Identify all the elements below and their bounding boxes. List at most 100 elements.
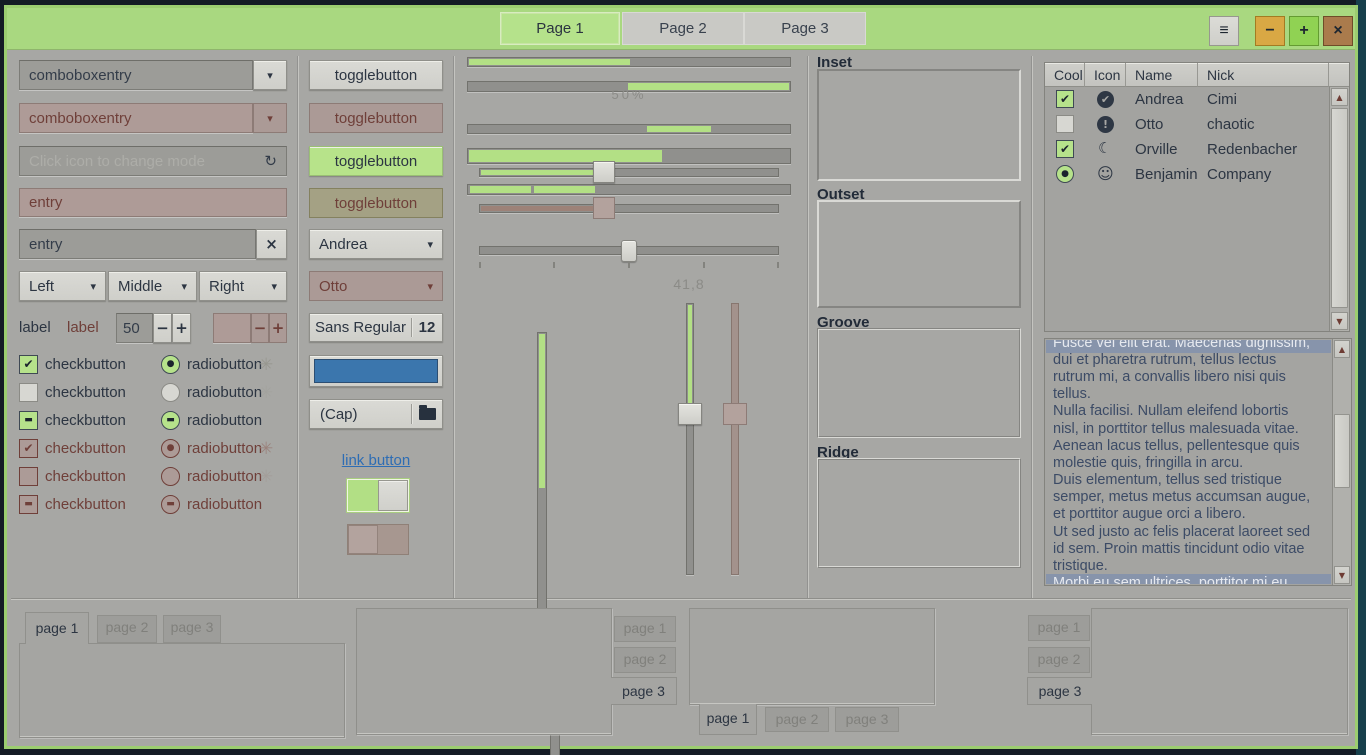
- radiobutton-mixed[interactable]: ▬: [161, 411, 180, 430]
- tree-header-filler: [1329, 63, 1349, 87]
- radiobutton-label[interactable]: radiobutton: [187, 355, 262, 375]
- checkbox-mixed[interactable]: ▬: [19, 411, 38, 430]
- entry-clear-button[interactable]: ×: [256, 229, 287, 259]
- scale-handle[interactable]: [621, 240, 637, 262]
- spinbutton-plus-button[interactable]: +: [172, 313, 191, 343]
- nb4-tab-page2[interactable]: page 2: [1028, 647, 1090, 673]
- frame-outset: [817, 200, 1021, 308]
- combobox-andrea[interactable]: Andrea▾: [309, 229, 443, 259]
- comboboxentry-dropdown-button[interactable]: ▾: [253, 60, 287, 90]
- scale-horizontal[interactable]: [479, 161, 779, 183]
- checkbutton-label[interactable]: checkbutton: [45, 355, 126, 375]
- clear-icon: ×: [265, 235, 278, 253]
- switch-on-handle[interactable]: [378, 480, 408, 511]
- dropdown-left[interactable]: Left▾: [19, 271, 106, 301]
- link-button[interactable]: link button: [309, 452, 443, 469]
- nb1-tab-page1[interactable]: page 1: [25, 612, 89, 644]
- textview-body[interactable]: dui et pharetra rutrum, tellus lectus ru…: [1053, 352, 1333, 575]
- checkbutton-label[interactable]: checkbutton: [45, 411, 126, 431]
- font-button-family: Sans Regular: [310, 319, 411, 336]
- table-row[interactable]: ● ☺ Benjamin Company: [1045, 162, 1329, 187]
- tree-scrollbar[interactable]: ▲ ▼: [1329, 87, 1349, 331]
- radiobutton-label[interactable]: radiobutton: [187, 411, 262, 431]
- nb4-tab-page1[interactable]: page 1: [1028, 615, 1090, 641]
- cell-nick: chaotic: [1207, 112, 1255, 137]
- scroll-up-button[interactable]: ▲: [1331, 88, 1348, 106]
- refresh-icon[interactable]: ↻: [264, 152, 277, 170]
- row-checkbox-checked[interactable]: ✔: [1056, 90, 1074, 108]
- radiobutton-unchecked[interactable]: [161, 383, 180, 402]
- checkbox-unchecked[interactable]: [19, 383, 38, 402]
- nb1-tab-page2[interactable]: page 2: [97, 615, 157, 643]
- nb2-tab-page3[interactable]: page 3: [611, 677, 677, 705]
- dropdown-middle[interactable]: Middle▾: [108, 271, 197, 301]
- switch-on[interactable]: [347, 479, 409, 512]
- color-swatch: [314, 359, 438, 383]
- frame-inset: [817, 69, 1021, 181]
- maximize-button[interactable]: +: [1289, 16, 1319, 46]
- titlebar-tab-page3[interactable]: Page 3: [744, 12, 866, 45]
- scale-track: [731, 303, 739, 575]
- checkbox-checked[interactable]: ✔: [19, 355, 38, 374]
- row-checkbox-checked[interactable]: ✔: [1056, 140, 1074, 158]
- scrollbar-thumb[interactable]: [1334, 414, 1350, 488]
- widget-factory-window: Page 1 Page 2 Page 3 ≡ − + × comboboxent…: [4, 5, 1358, 749]
- frame-groove: [817, 328, 1021, 438]
- font-button-size: 12: [412, 319, 442, 336]
- combobox-otto-disabled: Otto▾: [309, 271, 443, 301]
- nb2-tab-page2[interactable]: page 2: [614, 647, 676, 673]
- separator: [807, 56, 808, 598]
- tree-header-name[interactable]: Name: [1126, 63, 1198, 87]
- treeview: Cool Icon Name Nick ✔ ✔ Andrea Cimi ! Ot…: [1044, 62, 1350, 332]
- scale-handle[interactable]: [593, 161, 615, 183]
- scroll-up-button[interactable]: ▲: [1334, 340, 1350, 358]
- check-circle-icon: ✔: [1097, 91, 1114, 108]
- scale-vertical[interactable]: [677, 300, 703, 578]
- textview[interactable]: Fusce vel elit erat. Maecenas dignissim,…: [1044, 338, 1352, 586]
- table-row[interactable]: ✔ ✔ Andrea Cimi: [1045, 87, 1329, 112]
- titlebar-tab-page1[interactable]: Page 1: [500, 12, 620, 45]
- textview-scrollbar[interactable]: ▲ ▼: [1332, 339, 1351, 585]
- comboboxentry-text: comboboxentry: [29, 67, 132, 84]
- file-chooser-button[interactable]: (Cap): [309, 399, 443, 429]
- entry[interactable]: entry: [19, 229, 256, 259]
- tree-header-cool[interactable]: Cool: [1045, 63, 1085, 87]
- scrollbar-thumb[interactable]: [1331, 108, 1348, 308]
- spinbutton-value[interactable]: 50: [116, 313, 153, 343]
- row-checkbox-unchecked[interactable]: [1056, 115, 1074, 133]
- spinbutton-minus-button[interactable]: −: [153, 313, 172, 343]
- scale-handle[interactable]: [678, 403, 702, 425]
- progressbar-vertical-1: [537, 332, 547, 642]
- row-radio-checked[interactable]: ●: [1056, 165, 1074, 183]
- nb3-tab-page1[interactable]: page 1: [699, 704, 757, 735]
- dropdown-right[interactable]: Right▾: [199, 271, 287, 301]
- close-button[interactable]: ×: [1323, 16, 1353, 46]
- nb4-tab-page3[interactable]: page 3: [1027, 677, 1092, 705]
- table-row[interactable]: ! Otto chaotic: [1045, 112, 1329, 137]
- font-button[interactable]: Sans Regular 12: [309, 313, 443, 342]
- nb1-tab-page3[interactable]: page 3: [163, 615, 221, 643]
- togglebutton-active[interactable]: togglebutton: [309, 146, 443, 176]
- scale-with-marks[interactable]: [479, 238, 779, 268]
- menu-button[interactable]: ≡: [1209, 16, 1239, 46]
- minimize-button[interactable]: −: [1255, 16, 1285, 46]
- table-row[interactable]: ✔ ☾ Orville Redenbacher: [1045, 137, 1329, 162]
- comboboxentry-input[interactable]: comboboxentry: [19, 60, 253, 90]
- tree-header-nick[interactable]: Nick: [1198, 63, 1329, 87]
- scroll-down-button[interactable]: ▼: [1334, 566, 1350, 584]
- color-button[interactable]: [309, 355, 443, 387]
- titlebar-tab-page2[interactable]: Page 2: [622, 12, 744, 45]
- tree-header-icon[interactable]: Icon: [1085, 63, 1126, 87]
- nb2-tab-page1[interactable]: page 1: [614, 616, 676, 642]
- nb3-tab-page2[interactable]: page 2: [765, 707, 829, 732]
- togglebutton-normal[interactable]: togglebutton: [309, 60, 443, 90]
- scroll-down-button[interactable]: ▼: [1331, 312, 1348, 330]
- radiobutton-label[interactable]: radiobutton: [187, 383, 262, 403]
- mode-entry[interactable]: Click icon to change mode ↻: [19, 146, 287, 176]
- nb3-tab-page3[interactable]: page 3: [835, 707, 899, 732]
- checkbutton-label[interactable]: checkbutton: [45, 383, 126, 403]
- radiobutton-unchecked-disabled: [161, 467, 180, 486]
- check-radio-row: ▬ checkbutton ▬ radiobutton: [19, 495, 299, 515]
- file-chooser-label: (Cap): [320, 406, 358, 423]
- radiobutton-checked[interactable]: ●: [161, 355, 180, 374]
